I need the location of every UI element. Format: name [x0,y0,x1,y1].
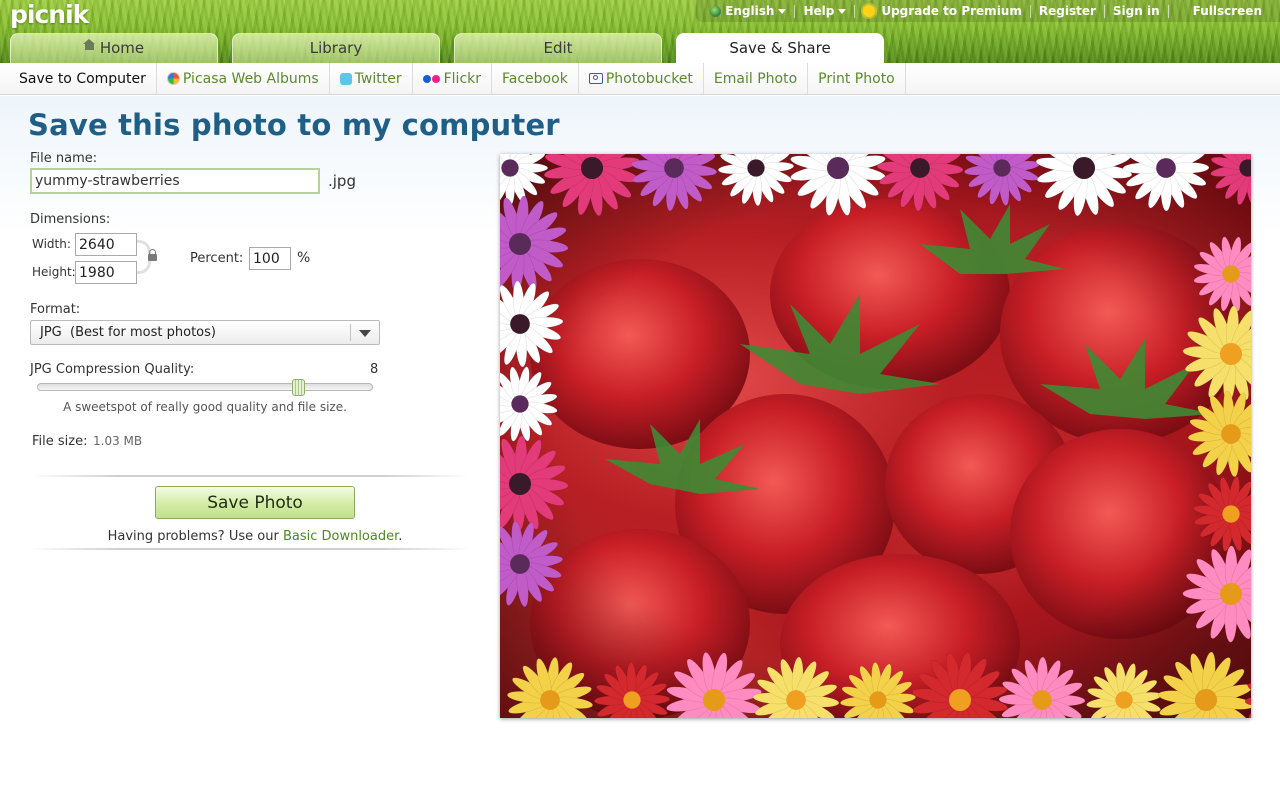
picasa-icon [166,72,180,85]
quality-slider-handle[interactable] [292,379,305,396]
problems-text: Having problems? Use our [107,529,283,544]
save-panel: Save this photo to my computer File name… [0,96,1280,800]
subnav-label: Twitter [354,70,402,87]
language-label: English [725,4,775,18]
page-title: Save this photo to my computer [28,108,560,142]
tab-label: Save & Share [729,39,831,57]
home-icon [82,39,95,53]
width-label: Width: [32,237,71,251]
quality-label: JPG Compression Quality: [30,362,195,377]
file-size-label: File size: [32,434,88,449]
tab-library[interactable]: Library [232,33,440,63]
top-links: English Help Upgrade to Premium Register… [696,0,1280,22]
flickr-icon [422,74,441,83]
chevron-down-icon [778,8,787,14]
tab-label: Home [99,39,145,57]
divider [30,548,470,550]
quality-slider-track[interactable] [37,383,373,391]
chevron-down-icon [838,8,847,14]
subnav-label: Photobucket [605,70,693,87]
percent-label: Percent: [190,251,244,266]
subnav-email-photo[interactable]: Email Photo [704,62,809,95]
percent-input[interactable] [249,247,291,270]
subnav-print-photo[interactable]: Print Photo [808,62,906,95]
subnav-label: Email Photo [713,70,798,87]
subnav-save-to-computer[interactable]: Save to Computer [9,62,157,104]
upgrade-label: Upgrade to Premium [881,4,1022,18]
divider [1167,4,1169,18]
globe-icon [710,5,722,17]
basic-downloader-link[interactable]: Basic Downloader [283,529,398,544]
language-menu[interactable]: English [702,0,794,22]
photo-preview [500,154,1251,718]
save-photo-button[interactable]: Save Photo [155,486,355,519]
subnav-flickr[interactable]: Flickr [413,62,493,95]
tab-label: Library [309,39,363,57]
height-input[interactable] [75,261,137,284]
picnik-logo[interactable]: picnik [10,0,89,29]
quality-value: 8 [370,362,379,377]
tab-label: Edit [543,39,573,57]
upgrade-link[interactable]: Upgrade to Premium [855,0,1030,22]
subnav-label: Print Photo [818,70,895,87]
file-extension: .jpg [328,172,356,190]
quality-hint: A sweetspot of really good quality and f… [63,400,347,414]
format-selected-value: JPG (Best for most photos) [40,325,216,340]
share-destinations-nav: Save to Computer Picasa Web Albums Twitt… [0,62,1280,104]
divider [30,475,470,477]
subnav-facebook[interactable]: Facebook [492,62,579,95]
file-name-label: File name: [30,151,98,166]
file-name-input[interactable] [30,168,320,194]
lock-icon[interactable] [148,249,157,261]
tab-home[interactable]: Home [10,33,218,63]
height-label: Height: [32,265,76,279]
twitter-icon [339,72,352,85]
problems-end: . [398,529,403,544]
tab-edit[interactable]: Edit [454,33,662,63]
problems-message: Having problems? Use our Basic Downloade… [0,529,510,544]
format-select[interactable]: JPG (Best for most photos) [30,320,380,345]
photobucket-icon [588,73,603,84]
dimensions-label: Dimensions: [30,212,111,227]
subnav-picasa[interactable]: Picasa Web Albums [157,62,330,95]
width-input[interactable] [75,233,137,256]
divider [350,324,351,341]
tab-save-share[interactable]: Save & Share [676,33,884,63]
register-link[interactable]: Register [1031,0,1104,22]
sign-in-link[interactable]: Sign in [1105,0,1168,22]
subnav-twitter[interactable]: Twitter [330,62,413,95]
file-size-value: 1.03 MB [93,434,143,448]
fullscreen-link[interactable]: Fullscreen [1185,0,1270,22]
help-label: Help [803,4,835,18]
help-menu[interactable]: Help [795,0,854,22]
subnav-label: Picasa Web Albums [182,70,319,87]
subnav-label: Flickr [443,70,482,87]
sun-icon [863,5,876,17]
subnav-label: Save to Computer [19,70,146,87]
subnav-label: Facebook [502,70,568,87]
header-bar: picnik English Help Upgrade to Premium R… [0,0,1280,63]
chevron-down-icon [359,330,371,337]
percent-unit: % [297,250,311,266]
photo-artwork [500,154,1251,718]
subnav-photobucket[interactable]: Photobucket [579,62,704,95]
format-label: Format: [30,302,81,317]
